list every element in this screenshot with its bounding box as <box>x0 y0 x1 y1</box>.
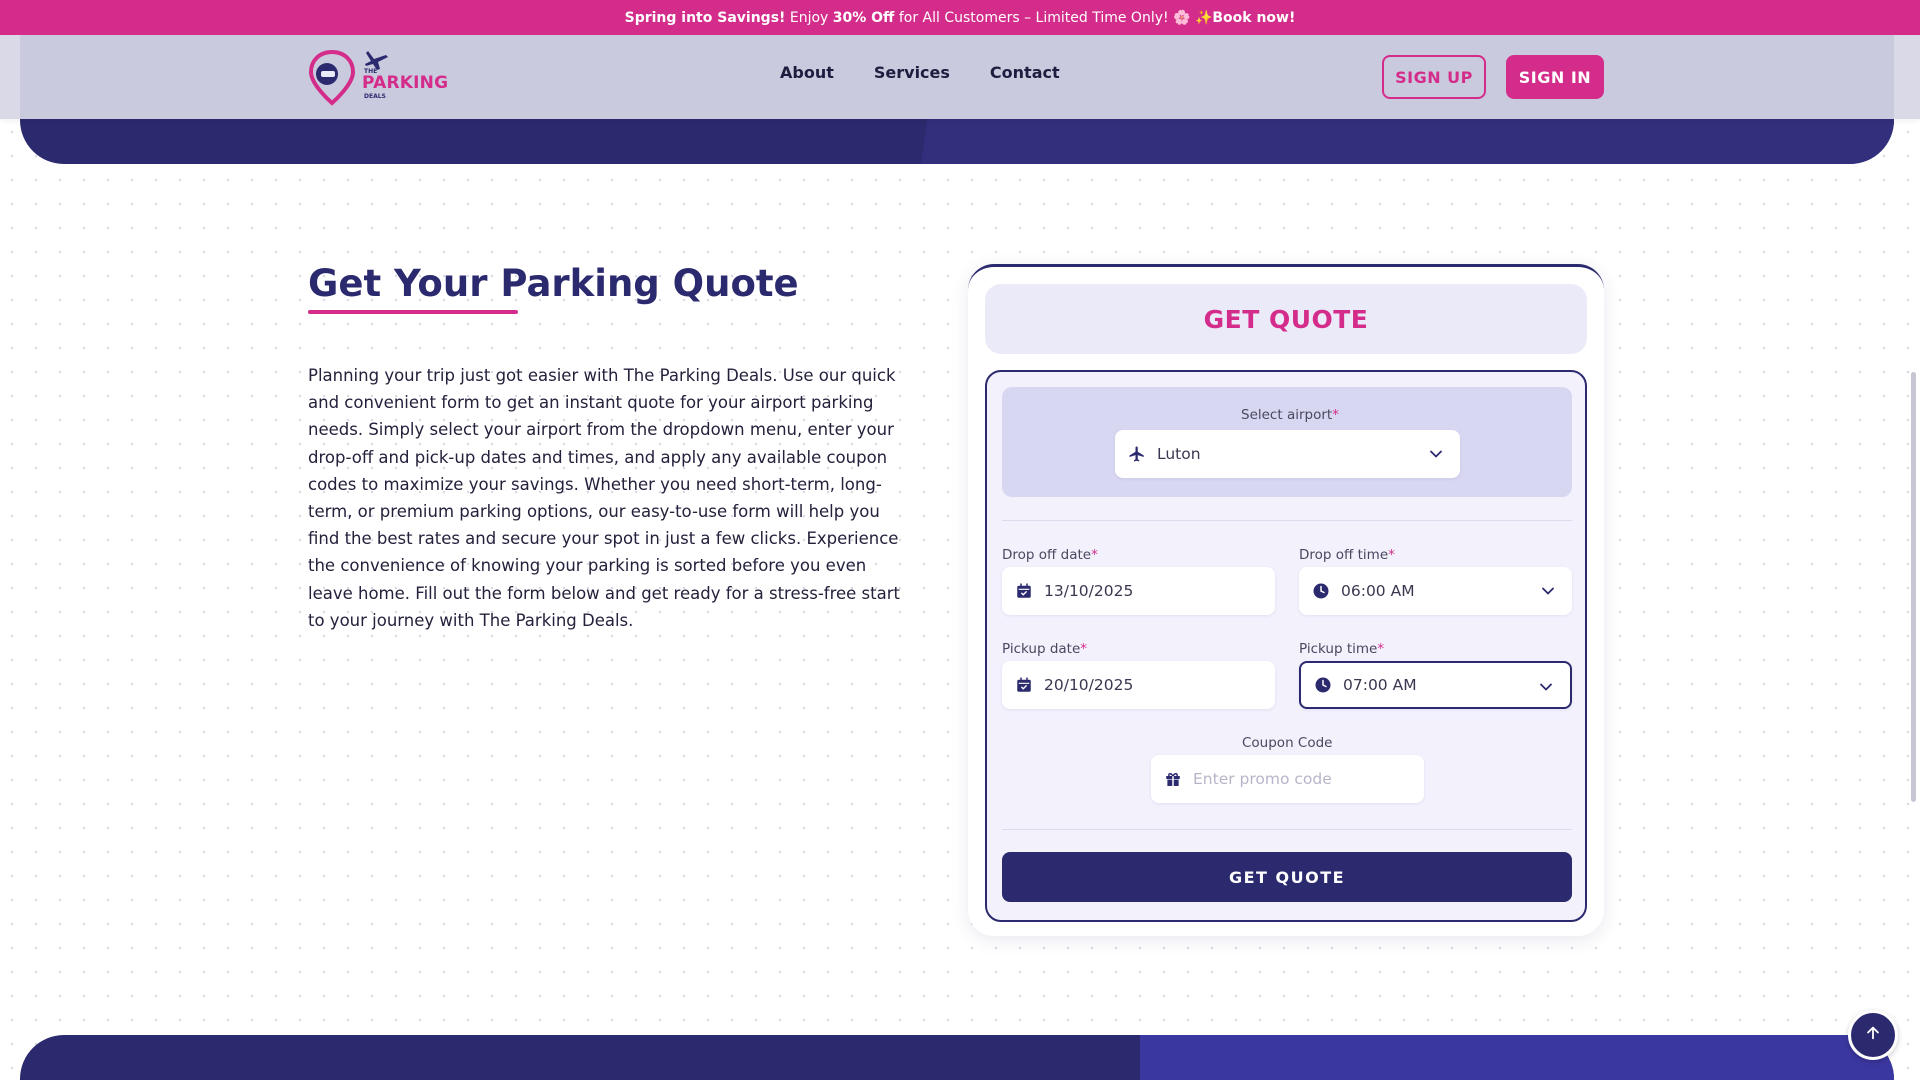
airport-label: Select airport* <box>1241 407 1339 423</box>
sign-up-button[interactable]: SIGN UP <box>1382 55 1486 99</box>
calendar-icon <box>1014 675 1034 695</box>
clock-icon <box>1313 675 1333 695</box>
page-title: Get Your Parking Quote <box>308 262 799 305</box>
main-nav: About Services Contact <box>780 63 1060 82</box>
required-mark: * <box>1332 407 1339 423</box>
footer-band <box>20 1035 1894 1080</box>
quote-form: Select airport* Luton Drop off date* 13/… <box>985 370 1587 922</box>
page-scrollbar[interactable] <box>1911 372 1916 802</box>
coupon-label: Coupon Code <box>1242 735 1333 751</box>
clock-icon <box>1311 581 1331 601</box>
dropoff-date-label: Drop off date* <box>1002 547 1098 563</box>
intro-description: Planning your trip just got easier with … <box>308 366 900 630</box>
promo-banner[interactable]: Spring into Savings! Enjoy 30% Off for A… <box>0 0 1920 35</box>
pickup-time-label: Pickup time* <box>1299 641 1384 657</box>
chevron-down-icon <box>1426 444 1446 464</box>
dropoff-time-value: 06:00 AM <box>1341 582 1415 600</box>
dropoff-date-label-text: Drop off date <box>1002 547 1092 563</box>
promo-cta[interactable]: Book now! <box>1212 10 1295 26</box>
airport-select[interactable]: Luton <box>1115 430 1460 478</box>
dropoff-time-select[interactable]: 06:00 AM <box>1299 567 1572 615</box>
nav-contact[interactable]: Contact <box>990 63 1060 82</box>
promo-text: Enjoy <box>785 9 833 26</box>
pickup-date-value: 20/10/2025 <box>1044 676 1134 694</box>
sign-in-button[interactable]: SIGN IN <box>1506 55 1604 99</box>
pickup-date-input[interactable]: 20/10/2025 <box>1002 661 1275 709</box>
chevron-down-icon <box>1536 677 1556 697</box>
nav-about[interactable]: About <box>780 63 834 82</box>
dropoff-date-value: 13/10/2025 <box>1044 582 1134 600</box>
form-divider <box>1002 829 1572 830</box>
required-mark: * <box>1377 641 1385 657</box>
pickup-time-select[interactable]: 07:00 AM <box>1299 661 1572 709</box>
required-mark: * <box>1080 641 1088 657</box>
promo-discount: 30% Off <box>832 9 895 26</box>
required-mark: * <box>1091 547 1098 563</box>
title-underline <box>308 310 518 314</box>
site-header: THE PARKING DEALS About Services Contact… <box>0 35 1920 119</box>
pickup-date-label: Pickup date* <box>1002 641 1087 657</box>
pickup-date-label-text: Pickup date <box>1002 641 1081 657</box>
coupon-input[interactable] <box>1193 770 1403 788</box>
dropoff-date-input[interactable]: 13/10/2025 <box>1002 567 1275 615</box>
coupon-field[interactable] <box>1151 755 1424 803</box>
airport-value: Luton <box>1157 445 1201 463</box>
site-logo[interactable]: THE PARKING DEALS <box>308 47 448 109</box>
quote-card: GET QUOTE Select airport* Luton Drop off… <box>968 264 1604 936</box>
quote-card-header: GET QUOTE <box>985 284 1587 354</box>
pickup-time-value: 07:00 AM <box>1343 676 1417 694</box>
arrow-up-icon <box>1864 1024 1882 1046</box>
get-quote-button[interactable]: GET QUOTE <box>1002 852 1572 902</box>
dropoff-time-label: Drop off time* <box>1299 547 1395 563</box>
airplane-icon <box>1127 444 1147 464</box>
nav-services[interactable]: Services <box>874 63 950 82</box>
logo-deals: DEALS <box>364 93 386 100</box>
chevron-down-icon <box>1538 581 1558 601</box>
gift-icon <box>1163 769 1183 789</box>
logo-name: PARKING <box>362 73 449 93</box>
back-to-top-button[interactable] <box>1848 1010 1898 1060</box>
calendar-icon <box>1014 581 1034 601</box>
promo-headline: Spring into Savings! <box>624 9 786 26</box>
required-mark: * <box>1388 547 1395 563</box>
dropoff-time-label-text: Drop off time <box>1299 547 1389 563</box>
airport-label-text: Select airport <box>1241 407 1333 423</box>
airport-panel: Select airport* Luton <box>1002 387 1572 497</box>
form-divider <box>1002 520 1572 521</box>
pickup-time-label-text: Pickup time <box>1299 641 1378 657</box>
promo-text-2: for All Customers – Limited Time Only! 🌸… <box>894 9 1213 26</box>
